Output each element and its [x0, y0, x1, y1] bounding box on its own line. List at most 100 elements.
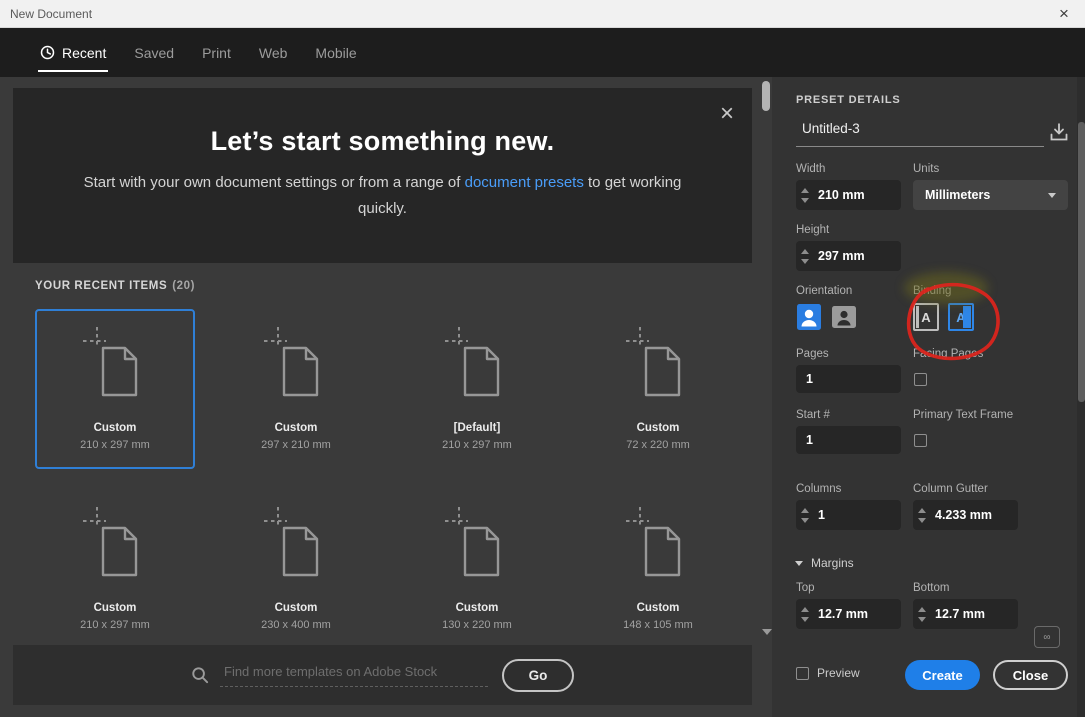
preset-details-heading: PRESET DETAILS: [796, 94, 901, 106]
recent-item[interactable]: Custom 210 x 297 mm: [35, 489, 195, 649]
columns-stepper[interactable]: 1: [796, 500, 901, 530]
column-gutter-label: Column Gutter: [913, 483, 988, 495]
recent-item-dims: 210 x 297 mm: [80, 619, 150, 631]
recent-item[interactable]: Custom 210 x 297 mm: [35, 309, 195, 469]
stepper-down-icon[interactable]: [800, 517, 809, 523]
units-dropdown[interactable]: Millimeters: [913, 180, 1068, 210]
window-close-button[interactable]: ×: [1049, 0, 1079, 27]
tab-label: Saved: [134, 44, 175, 61]
stepper-down-icon[interactable]: [917, 517, 926, 523]
go-button[interactable]: Go: [502, 658, 574, 692]
margins-link-icon[interactable]: ∞: [1034, 626, 1060, 648]
recent-item[interactable]: Custom 72 x 220 mm: [578, 309, 738, 469]
scrollbar-thumb[interactable]: [762, 81, 770, 111]
column-gutter-stepper[interactable]: 4.233 mm: [913, 500, 1018, 530]
primary-text-frame-checkbox[interactable]: [914, 434, 927, 447]
preview-checkbox[interactable]: [796, 666, 809, 680]
recent-items-heading: YOUR RECENT ITEMS (20): [35, 280, 195, 292]
tab-recent[interactable]: Recent: [37, 28, 109, 77]
recent-items-count: (20): [172, 280, 196, 292]
document-name-input[interactable]: Untitled-3: [796, 121, 1044, 147]
recent-item-name: Custom: [636, 422, 680, 434]
stepper-down-icon[interactable]: [800, 616, 809, 622]
tab-mobile[interactable]: Mobile: [315, 28, 356, 77]
recent-item[interactable]: Custom 297 x 210 mm: [216, 309, 376, 469]
start-number-label: Start #: [796, 409, 830, 421]
margin-bottom-label: Bottom: [913, 582, 950, 594]
close-button[interactable]: Close: [993, 660, 1068, 690]
orientation-landscape-button[interactable]: [831, 303, 857, 331]
height-value: 297 mm: [818, 249, 865, 263]
preview-toggle[interactable]: Preview: [796, 666, 860, 680]
margin-bottom-stepper[interactable]: 12.7 mm: [913, 599, 1018, 629]
clock-icon: [40, 45, 55, 60]
search-input[interactable]: [220, 663, 488, 687]
stepper-up-icon[interactable]: [917, 606, 926, 612]
stepper-up-icon[interactable]: [800, 187, 809, 193]
height-stepper-arrows[interactable]: [796, 241, 813, 271]
margin-top-stepper-arrows[interactable]: [796, 599, 813, 629]
binding-options: A A: [913, 303, 974, 331]
orientation-portrait-button[interactable]: [796, 303, 822, 331]
recent-item[interactable]: [Default] 210 x 297 mm: [397, 309, 557, 469]
column-gutter-stepper-arrows[interactable]: [913, 500, 930, 530]
stepper-down-icon[interactable]: [800, 197, 809, 203]
columns-label: Columns: [796, 483, 842, 495]
columns-stepper-arrows[interactable]: [796, 500, 813, 530]
tab-web[interactable]: Web: [259, 28, 288, 77]
margin-top-stepper[interactable]: 12.7 mm: [796, 599, 901, 629]
margin-bottom-stepper-arrows[interactable]: [913, 599, 930, 629]
document-icon: [264, 327, 328, 411]
stepper-up-icon[interactable]: [917, 507, 926, 513]
pages-label: Pages: [796, 348, 829, 360]
panel-scrollbar[interactable]: [1077, 77, 1085, 717]
recent-item-name: Custom: [274, 422, 318, 434]
stepper-down-icon[interactable]: [800, 258, 809, 264]
facing-pages-checkbox[interactable]: [914, 373, 927, 386]
binding-left-button[interactable]: A: [913, 303, 939, 331]
start-number-input[interactable]: 1: [796, 426, 901, 454]
binding-right-button[interactable]: A: [948, 303, 974, 331]
landscape-icon: [840, 310, 848, 319]
recent-scrollbar[interactable]: [762, 79, 772, 643]
create-button[interactable]: Create: [905, 660, 980, 690]
tab-saved[interactable]: Saved: [134, 28, 174, 77]
stepper-down-icon[interactable]: [917, 616, 926, 622]
scrollbar-down-arrow-icon[interactable]: [762, 629, 772, 635]
column-gutter-value: 4.233 mm: [935, 508, 992, 522]
hero-subtitle-text: Start with your own document settings or…: [83, 174, 465, 191]
portrait-icon: [804, 309, 814, 319]
chevron-down-icon: [795, 560, 803, 566]
title-bar: New Document ×: [0, 0, 1085, 28]
margin-bottom-value: 12.7 mm: [935, 607, 986, 621]
save-preset-icon[interactable]: [1048, 121, 1070, 143]
search-icon: [192, 666, 209, 683]
height-stepper[interactable]: 297 mm: [796, 241, 901, 271]
recent-item-dims: 130 x 220 mm: [442, 619, 512, 631]
recent-item-dims: 210 x 297 mm: [80, 439, 150, 451]
pages-input[interactable]: 1: [796, 365, 901, 393]
recent-item-name: Custom: [93, 602, 137, 614]
margins-section-header[interactable]: Margins: [795, 556, 854, 570]
recent-item[interactable]: Custom 130 x 220 mm: [397, 489, 557, 649]
scrollbar-thumb[interactable]: [1077, 122, 1085, 402]
tab-label: Print: [202, 44, 231, 61]
recent-item[interactable]: Custom 148 x 105 mm: [578, 489, 738, 649]
width-value: 210 mm: [818, 188, 865, 202]
document-presets-link[interactable]: document presets: [465, 174, 584, 191]
binding-glyph: A: [921, 309, 931, 325]
recent-items-row-2: Custom 210 x 297 mm Custom 230 x 400 mm …: [35, 489, 738, 649]
width-stepper[interactable]: 210 mm: [796, 180, 901, 210]
stepper-up-icon[interactable]: [800, 248, 809, 254]
stepper-up-icon[interactable]: [800, 507, 809, 513]
stepper-up-icon[interactable]: [800, 606, 809, 612]
window-title: New Document: [10, 6, 93, 21]
recent-item-name: [Default]: [453, 422, 501, 434]
hero-close-button[interactable]: ×: [716, 98, 738, 130]
tab-print[interactable]: Print: [202, 28, 231, 77]
units-label: Units: [913, 163, 940, 175]
hero-title: Let’s start something new.: [210, 126, 555, 156]
width-stepper-arrows[interactable]: [796, 180, 813, 210]
orientation-label: Orientation: [796, 285, 853, 297]
recent-item[interactable]: Custom 230 x 400 mm: [216, 489, 376, 649]
